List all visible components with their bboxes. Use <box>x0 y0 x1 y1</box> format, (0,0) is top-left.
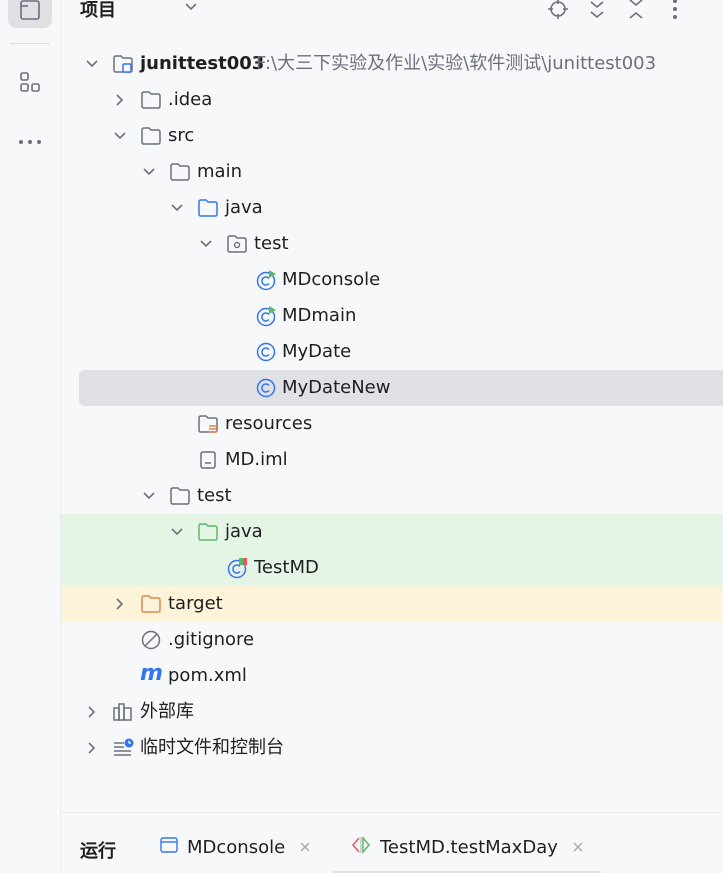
tree-row-md-iml[interactable]: MD.iml <box>61 442 723 478</box>
chevron-down-icon[interactable] <box>169 524 185 540</box>
resources-folder-icon <box>197 413 219 435</box>
tree-row-class-mdmain[interactable]: MDmain <box>61 298 723 334</box>
tree-row-class-mdconsole[interactable]: MDconsole <box>61 262 723 298</box>
tree-row-class-testmd[interactable]: TestMD <box>61 550 723 586</box>
panel-title[interactable]: 项目 <box>80 0 116 22</box>
project-panel-header: 项目 <box>61 0 723 22</box>
tree-label: java <box>225 521 263 542</box>
run-tab-testmd[interactable]: TestMD.testMaxDay <box>350 833 584 861</box>
tree-label: resources <box>225 413 313 434</box>
tree-label: MyDate <box>282 341 352 362</box>
scratches-icon <box>112 737 134 759</box>
tree-label: MyDateNew <box>282 377 391 398</box>
tree-label: .idea <box>168 89 213 110</box>
module-folder-icon <box>112 53 134 75</box>
tree-label: src <box>168 125 195 146</box>
tab-label: MDconsole <box>187 836 286 858</box>
tree-row-pom[interactable]: m pom.xml <box>61 658 723 694</box>
tree-row-idea[interactable]: .idea <box>61 82 723 118</box>
folder-icon <box>169 485 191 507</box>
folder-icon <box>140 89 162 111</box>
chevron-down-icon[interactable] <box>84 56 100 72</box>
structure-tool-button[interactable] <box>8 64 52 100</box>
tree-label: pom.xml <box>168 665 247 686</box>
tool-window-strip <box>0 0 61 873</box>
excluded-folder-icon <box>140 593 162 615</box>
more-tools-button[interactable] <box>8 124 52 160</box>
project-path: F:\大三下实验及作业\实验\软件测试\junittest003 <box>256 53 657 74</box>
expand-all-icon[interactable] <box>584 0 610 22</box>
tree-label: .gitignore <box>168 629 255 650</box>
console-icon <box>159 835 179 860</box>
iml-file-icon <box>197 449 219 471</box>
tree-row-class-mydatenew[interactable]: MyDateNew <box>79 370 723 406</box>
chevron-right-icon[interactable] <box>112 596 128 612</box>
tree-row-project-root[interactable]: junittest003 F:\大三下实验及作业\实验\软件测试\junitte… <box>61 46 723 82</box>
close-icon[interactable] <box>299 837 311 858</box>
chevron-down-icon[interactable] <box>169 200 185 216</box>
class-icon <box>255 341 277 363</box>
source-folder-icon <box>197 197 219 219</box>
tree-row-main-java[interactable]: java <box>61 190 723 226</box>
tree-label: 外部库 <box>140 701 194 722</box>
test-class-icon <box>226 557 248 579</box>
chevron-right-icon[interactable] <box>112 92 128 108</box>
tree-row-src[interactable]: src <box>61 118 723 154</box>
package-icon <box>226 233 248 255</box>
tree-row-gitignore[interactable]: .gitignore <box>61 622 723 658</box>
options-kebab-icon[interactable] <box>662 0 688 22</box>
project-tool-button[interactable] <box>8 0 52 28</box>
structure-icon <box>20 72 40 92</box>
tree-label: MD.iml <box>225 449 288 470</box>
test-diff-icon <box>350 835 372 860</box>
project-name: junittest003 <box>140 53 265 74</box>
tree-row-external-libraries[interactable]: 外部库 <box>61 694 723 730</box>
class-icon <box>255 377 277 399</box>
tree-label: TestMD <box>254 557 319 578</box>
tree-label: test <box>254 233 289 254</box>
tree-row-resources[interactable]: resources <box>61 406 723 442</box>
strip-divider <box>10 43 50 44</box>
project-folder-icon <box>20 0 40 20</box>
folder-icon <box>140 125 162 147</box>
runnable-class-icon <box>255 305 277 327</box>
tree-label: MDconsole <box>282 269 381 290</box>
chevron-right-icon[interactable] <box>84 740 100 756</box>
run-label: 运行 <box>80 841 116 862</box>
close-icon[interactable] <box>572 837 584 858</box>
tree-row-target[interactable]: target <box>61 586 723 622</box>
ignored-file-icon <box>140 629 162 651</box>
chevron-down-icon[interactable] <box>183 0 199 20</box>
tree-row-test[interactable]: test <box>61 478 723 514</box>
tree-label: 临时文件和控制台 <box>140 737 284 758</box>
tree-row-class-mydate[interactable]: MyDate <box>61 334 723 370</box>
chevron-down-icon[interactable] <box>141 164 157 180</box>
tree-label: MDmain <box>282 305 357 326</box>
test-source-folder-icon <box>197 521 219 543</box>
tree-label: target <box>168 593 223 614</box>
tree-label: java <box>225 197 263 218</box>
tree-row-package-test[interactable]: test <box>61 226 723 262</box>
tree-row-scratches[interactable]: 临时文件和控制台 <box>61 730 723 766</box>
tree-row-main[interactable]: main <box>61 154 723 190</box>
runnable-class-icon <box>255 269 277 291</box>
tree-label: main <box>197 161 242 182</box>
run-tab-mdconsole[interactable]: MDconsole <box>159 833 311 861</box>
run-tool-bar: 运行 MDconsole TestMD.testMaxDay <box>61 812 723 873</box>
tree-label: test <box>197 485 232 506</box>
locate-icon[interactable] <box>545 0 571 22</box>
collapse-all-icon[interactable] <box>623 0 649 22</box>
maven-icon: m <box>140 661 163 686</box>
chevron-down-icon[interactable] <box>141 488 157 504</box>
tab-label: TestMD.testMaxDay <box>380 836 558 858</box>
tree-row-test-java[interactable]: java <box>61 514 723 550</box>
chevron-right-icon[interactable] <box>84 704 100 720</box>
chevron-down-icon[interactable] <box>198 236 214 252</box>
library-icon <box>112 701 134 723</box>
chevron-down-icon[interactable] <box>112 128 128 144</box>
more-horizontal-icon <box>19 140 41 144</box>
folder-icon <box>169 161 191 183</box>
